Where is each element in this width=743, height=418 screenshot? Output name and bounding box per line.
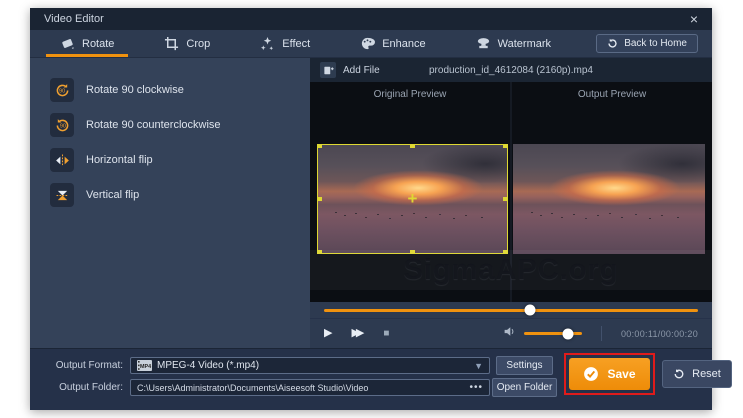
open-folder-button[interactable]: Open Folder (492, 378, 557, 397)
tab-effect[interactable]: Effect (246, 30, 324, 57)
tool-label: Rotate 90 counterclockwise (86, 119, 221, 131)
rotate-tools-panel: 90 Rotate 90 clockwise 90 Rotate 90 coun… (30, 58, 310, 348)
tab-label: Watermark (497, 37, 552, 50)
save-button[interactable]: Save (569, 358, 650, 390)
browse-ellipsis-button[interactable]: ••• (469, 382, 483, 392)
volume-controls: 00:00:11/00:00:20 (503, 325, 698, 343)
selection-handle[interactable] (503, 197, 508, 201)
seek-slider[interactable] (324, 304, 698, 316)
svg-text:90: 90 (59, 88, 65, 94)
horizontal-flip-button[interactable]: Horizontal flip (50, 148, 310, 172)
rotate-cw-icon: 90 (50, 78, 74, 102)
selection-handle[interactable] (317, 250, 322, 254)
back-arrow-icon (608, 38, 617, 48)
rotate-ccw-icon: 90 (50, 113, 74, 137)
stop-button[interactable]: ■ (383, 328, 389, 339)
crop-icon (164, 36, 179, 51)
rotate-90-counterclockwise-button[interactable]: 90 Rotate 90 counterclockwise (50, 113, 310, 137)
file-bar: Add File production_id_4612084 (2160p).m… (310, 58, 712, 82)
original-video-frame[interactable]: + (317, 144, 508, 254)
seek-knob[interactable] (524, 304, 536, 316)
main-content: 90 Rotate 90 clockwise 90 Rotate 90 coun… (30, 58, 712, 348)
selection-handle[interactable] (409, 144, 415, 148)
controls-divider (601, 326, 602, 341)
tab-rotate[interactable]: Rotate (46, 30, 128, 57)
preview-area: Original Preview Output Preview + SigmaA… (310, 82, 712, 302)
selection-handle[interactable] (503, 250, 508, 254)
tool-label: Vertical flip (86, 189, 140, 201)
add-file-icon (320, 62, 336, 78)
birds-on-water (531, 212, 533, 213)
mp4-format-icon: MP4 (137, 360, 152, 371)
settings-button[interactable]: Settings (496, 356, 553, 375)
tab-label: Crop (186, 37, 211, 50)
rotate-tool-icon (60, 36, 75, 51)
rotate-90-clockwise-button[interactable]: 90 Rotate 90 clockwise (50, 78, 310, 102)
tab-crop[interactable]: Crop (150, 30, 224, 57)
preview-divider (510, 82, 512, 302)
output-format-label: Output Format: (55, 360, 123, 371)
output-format-dropdown[interactable]: MP4 MPEG-4 Video (*.mp4) ▼ (130, 357, 490, 374)
output-preview-label: Output Preview (577, 89, 647, 100)
fast-forward-button[interactable]: ▶▶ (351, 328, 364, 339)
check-circle-icon (584, 367, 599, 381)
back-to-home-button[interactable]: Back to Home (596, 34, 698, 53)
tab-label: Effect (282, 37, 311, 50)
add-file-button[interactable]: Add File (320, 62, 380, 78)
window-title: Video Editor (44, 13, 104, 25)
reset-button[interactable]: Reset (662, 360, 732, 388)
reset-circular-arrow-icon (674, 369, 684, 379)
time-display: 00:00:11/00:00:20 (621, 328, 698, 339)
speaker-icon[interactable] (503, 325, 516, 343)
palette-icon (360, 36, 376, 51)
video-editor-window: Video Editor × Rotate Crop Effect Enhanc… (30, 8, 732, 410)
tabs-bar: Rotate Crop Effect Enhance Watermark Bac… (30, 30, 712, 58)
seek-bar-row (310, 302, 712, 318)
selection-handle[interactable] (317, 144, 322, 148)
selection-rectangle[interactable]: + (317, 144, 508, 254)
output-folder-field[interactable]: C:\Users\Administrator\Documents\Aiseeso… (130, 379, 490, 396)
output-bar: Output Format: MP4 MPEG-4 Video (*.mp4) … (30, 348, 732, 410)
preview-panel: Add File production_id_4612084 (2160p).m… (310, 58, 712, 348)
chevron-down-icon[interactable]: ▼ (474, 361, 483, 371)
output-video-frame (513, 144, 705, 254)
volume-slider[interactable] (524, 328, 582, 339)
horizontal-flip-icon (50, 148, 74, 172)
folder-path-value: C:\Users\Administrator\Documents\Aiseeso… (137, 382, 369, 393)
selection-handle[interactable] (317, 197, 322, 201)
close-icon[interactable]: × (690, 12, 698, 26)
tab-enhance[interactable]: Enhance (346, 30, 439, 57)
watermark-stamp-icon (476, 36, 491, 51)
tab-label: Enhance (382, 37, 426, 50)
tab-label: Rotate (82, 37, 115, 50)
center-crosshair-icon: + (407, 188, 418, 208)
svg-text:90: 90 (59, 123, 65, 129)
svg-text:MP4: MP4 (140, 364, 151, 370)
play-button[interactable]: ▶ (324, 328, 332, 339)
output-folder-label: Output Folder: (59, 382, 123, 393)
vertical-flip-button[interactable]: Vertical flip (50, 183, 310, 207)
vertical-flip-icon (50, 183, 74, 207)
playback-controls: ▶ ▶▶ ■ 00:00:11/00:00:20 (310, 318, 712, 348)
volume-knob[interactable] (562, 328, 573, 339)
format-value: MPEG-4 Video (*.mp4) (157, 360, 260, 371)
tool-label: Rotate 90 clockwise (86, 84, 184, 96)
tab-watermark[interactable]: Watermark (462, 30, 565, 57)
selection-handle[interactable] (503, 144, 508, 148)
original-preview-label: Original Preview (373, 89, 447, 100)
title-bar: Video Editor × (30, 8, 712, 30)
selection-handle[interactable] (409, 250, 415, 254)
sparkles-icon (260, 36, 275, 51)
tool-label: Horizontal flip (86, 154, 153, 166)
